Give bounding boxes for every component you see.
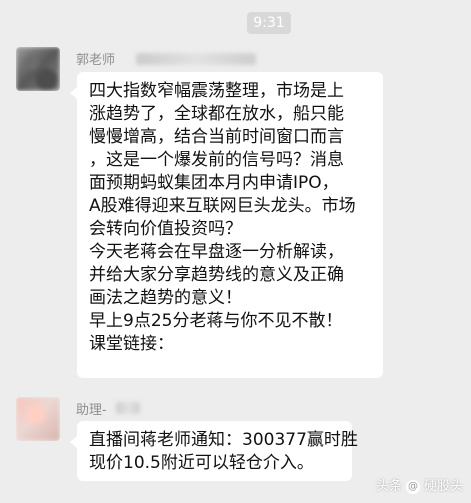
watermark-handle: 硬股头 [423, 479, 463, 494]
blurred-assistant-detail [116, 402, 140, 414]
sender-avatar[interactable] [16, 47, 60, 91]
message-line: 并给大家分享趋势线的意义及正确 [89, 265, 344, 285]
blurred-sender-detail [136, 53, 256, 65]
message-line: 画法之趋势的意义！ [89, 288, 242, 308]
avatar-image [16, 397, 60, 441]
message-bubble[interactable]: 四大指数窄幅震荡整理，市场是上 涨趋势了，全球都在放水，船只能 慢慢增高，结合当… [70, 72, 383, 378]
message-line: 慢慢增高，结合当前时间窗口而言 [89, 127, 344, 147]
message-line: 涨趋势了，全球都在放水，船只能 [89, 104, 344, 124]
message-line: 现价10.5附近可以轻仓介入。 [89, 453, 314, 473]
message-line: 早上9点25分老蒋与你不见不散！ [89, 311, 343, 331]
watermark: 头条 @ 硬股头 [376, 479, 463, 495]
avatar-image [16, 47, 60, 91]
message-line: 四大指数窄幅震荡整理，市场是上 [89, 81, 344, 101]
message-line: A股难得迎来互联网巨头龙头。市场 [89, 196, 356, 216]
message-line: ，这是一个爆发前的信号吗？消息 [89, 150, 344, 170]
watermark-source: 头条 [375, 479, 402, 494]
message-line: 课堂链接： [89, 334, 174, 354]
sender-name: 郭老师 [76, 53, 116, 68]
timestamp-pill: 9:31 [247, 12, 291, 34]
assistant-name: 助理- [76, 403, 107, 418]
message-bubble[interactable]: 直播间蒋老师通知：300377赢时胜 现价10.5附近可以轻仓介入。 [70, 421, 358, 481]
message-line: 今天老蒋会在早盘逐一分析解读， [89, 242, 344, 262]
assistant-avatar[interactable] [16, 397, 60, 441]
message-line: 会转向价值投资吗？ [89, 219, 242, 239]
message-line: 直播间蒋老师通知：300377赢时胜 [89, 430, 358, 450]
at-icon: @ [405, 480, 420, 494]
message-line: 面预期蚂蚁集团本月内申请IPO， [89, 173, 339, 193]
